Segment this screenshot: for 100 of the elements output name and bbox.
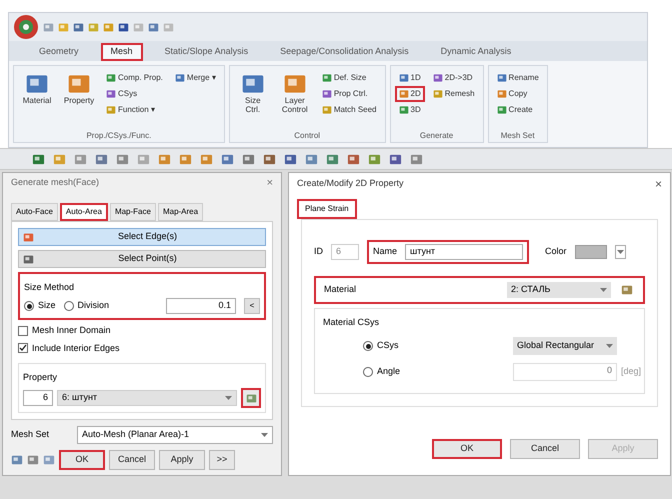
tool-icon <box>398 89 409 99</box>
ribbon-tab[interactable]: Mesh <box>100 43 143 61</box>
group-label: Material CSys <box>323 317 380 327</box>
toolbar-icon <box>158 152 171 166</box>
toolbar-icon <box>284 152 297 166</box>
ribbon-large-button[interactable]: Size Ctrl. <box>234 70 272 116</box>
dialog-button[interactable]: OK <box>432 439 502 459</box>
size-field[interactable]: 0.1 <box>166 298 236 314</box>
ribbon-button[interactable]: 2D->3D <box>428 70 479 86</box>
ribbon-button[interactable]: Def. Size <box>318 70 381 86</box>
ribbon-button[interactable]: Rename <box>492 70 543 86</box>
dialog-tab[interactable]: Map-Face <box>110 203 156 221</box>
toolbar-icon <box>103 22 114 32</box>
group-title: Control <box>293 130 322 142</box>
dialog-tab[interactable]: Auto-Face <box>11 203 58 221</box>
dialog-button[interactable]: OK <box>59 450 105 470</box>
toolbar-icon <box>58 22 69 32</box>
radio-button[interactable] <box>363 341 373 351</box>
group-title: Generate <box>418 130 454 142</box>
id-field[interactable]: 6 <box>23 390 53 406</box>
ribbon-tab[interactable]: Geometry <box>29 43 89 61</box>
eraser-icon <box>27 454 39 466</box>
csys-dropdown[interactable]: Global Rectangular <box>513 337 617 355</box>
radio-button[interactable] <box>24 301 34 311</box>
toolbar-icon <box>74 152 87 166</box>
tool-icon <box>322 105 332 115</box>
radio-button[interactable] <box>64 301 74 311</box>
toolbar-icon <box>163 22 174 32</box>
angle-field[interactable]: 0 <box>513 363 617 381</box>
toolbar-icon <box>73 22 84 32</box>
toolbar-icon <box>305 152 318 166</box>
unit-label: [deg] <box>621 365 642 378</box>
ribbon-button[interactable]: 1D <box>394 70 425 86</box>
tool-icon <box>398 73 409 83</box>
property-button[interactable] <box>241 388 261 408</box>
toolbar-icon <box>32 152 45 166</box>
toolbar-icon <box>53 152 66 166</box>
toolbar-icon <box>368 152 381 166</box>
material-dropdown[interactable]: 2: СТАЛЬ <box>507 282 611 298</box>
name-field[interactable]: штунт <box>405 244 524 260</box>
radio-label: Size <box>38 299 56 312</box>
tool-icon <box>398 105 409 115</box>
dialog-title: Generate mesh(Face) <box>11 176 100 190</box>
close-button[interactable]: × <box>266 174 273 192</box>
checkbox[interactable] <box>18 326 28 336</box>
app-logo-icon[interactable] <box>13 14 39 40</box>
toolbar-icon <box>116 152 129 166</box>
pick-button[interactable]: < <box>244 298 260 314</box>
view-icon <box>43 454 55 466</box>
toolbar-icon <box>118 22 129 32</box>
ribbon-button[interactable]: Merge ▾ <box>170 70 220 86</box>
dialog-button[interactable]: Cancel <box>510 439 580 459</box>
color-dropdown[interactable] <box>614 245 626 259</box>
dialog-button[interactable]: Cancel <box>109 450 155 470</box>
field-label: Color <box>545 245 567 258</box>
id-field[interactable]: 6 <box>331 244 359 260</box>
color-swatch[interactable] <box>574 245 607 259</box>
caret-icon <box>616 250 624 254</box>
close-button[interactable]: × <box>654 175 662 193</box>
tool-icon <box>106 105 116 115</box>
ribbon-button[interactable]: CSys <box>102 86 167 102</box>
dialog-button[interactable]: >> <box>209 450 235 470</box>
ribbon-button[interactable]: 3D <box>394 102 425 118</box>
tool-icon <box>106 89 116 99</box>
radio-label: Division <box>78 299 110 312</box>
dialog-button[interactable]: Apply <box>159 450 205 470</box>
ribbon-button[interactable]: Function ▾ <box>102 102 167 118</box>
ribbon-button[interactable]: Copy <box>492 86 543 102</box>
toolbar-icon <box>88 22 99 32</box>
dialog-tab[interactable]: Map-Area <box>158 203 204 221</box>
tool-icon <box>496 73 507 83</box>
tool-icon <box>322 89 332 99</box>
ribbon-tab[interactable]: Static/Slope Analysis <box>154 43 258 61</box>
toolbar-icon <box>179 152 192 166</box>
tool-icon <box>496 89 507 99</box>
ribbon-large-button[interactable]: Material <box>18 70 56 107</box>
radio-label: CSys <box>377 339 399 352</box>
dialog-tab[interactable]: Plane Strain <box>297 199 357 219</box>
ribbon-tab[interactable]: Dynamic Analysis <box>430 43 522 61</box>
table-icon <box>246 392 256 404</box>
mesh-set-dropdown[interactable]: Auto-Mesh (Planar Area)-1 <box>77 426 273 444</box>
ribbon-large-button[interactable]: Layer Control <box>276 70 314 116</box>
ribbon-tab[interactable]: Seepage/Consolidation Analysis <box>270 43 419 61</box>
select-button[interactable]: Select Point(s) <box>18 250 266 268</box>
ribbon-button[interactable]: 2D <box>394 86 425 102</box>
toolbar-icon <box>43 22 54 32</box>
toolbar-icon <box>347 152 360 166</box>
ribbon-button[interactable]: Prop Ctrl. <box>318 86 381 102</box>
tool-icon <box>106 73 116 83</box>
property-dropdown[interactable]: 6: штунт <box>57 390 237 406</box>
ribbon-button[interactable]: Remesh <box>428 86 479 102</box>
radio-button[interactable] <box>363 367 373 377</box>
dialog-tab[interactable]: Auto-Area <box>60 203 108 221</box>
checkbox[interactable] <box>18 343 28 354</box>
select-button[interactable]: Select Edge(s) <box>18 228 266 246</box>
chart-icon <box>621 284 633 296</box>
ribbon-button[interactable]: Match Seed <box>318 102 381 118</box>
ribbon-button[interactable]: Create <box>492 102 543 118</box>
ribbon-button[interactable]: Comp. Prop. <box>102 70 167 86</box>
ribbon-large-button[interactable]: Property <box>60 70 98 107</box>
